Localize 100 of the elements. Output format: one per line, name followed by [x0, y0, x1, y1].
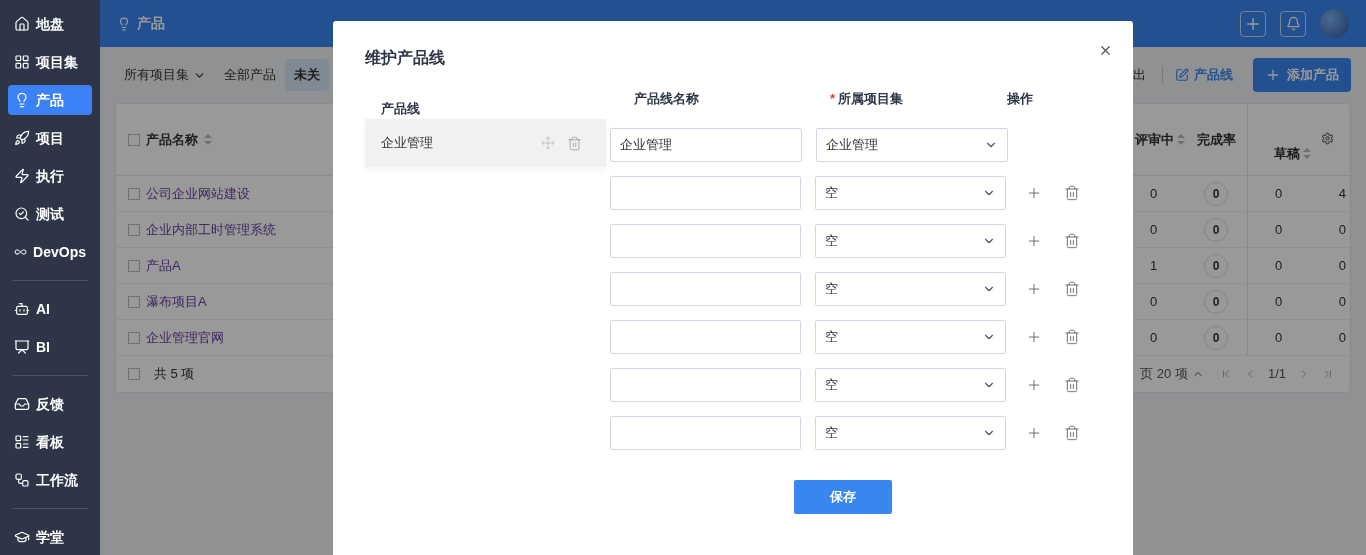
table-cell-text: 0	[1338, 292, 1346, 311]
save-button[interactable]: 保存	[793, 480, 892, 514]
project-set-select[interactable]: 空	[815, 368, 1006, 402]
delete-row-icon[interactable]	[1064, 377, 1080, 393]
product-name-link[interactable]: 公司企业网站建设	[146, 183, 250, 204]
product-name-link[interactable]: 瀑布项目A	[146, 291, 207, 312]
name-input[interactable]	[610, 320, 801, 354]
name-input[interactable]	[610, 416, 801, 450]
filter-tab[interactable]: 未关	[285, 59, 329, 91]
checkbox[interactable]	[128, 187, 140, 200]
delete-row-icon[interactable]	[1064, 185, 1080, 201]
page-size-dropdown[interactable]: 页 20 项	[1140, 364, 1204, 384]
filter-tab[interactable]: 全部产品	[215, 59, 285, 91]
edit-icon	[1175, 68, 1189, 82]
lightbulb-icon	[117, 16, 131, 31]
table-cell-text: 4	[1338, 184, 1346, 203]
notification-button[interactable]	[1280, 10, 1306, 37]
sort-icon[interactable]	[1177, 134, 1185, 145]
sidebar-item[interactable]: 测试	[8, 199, 92, 229]
table-cell-text: 0	[1275, 220, 1283, 239]
product-name-link[interactable]: 企业内部工时管理系统	[146, 219, 276, 240]
sidebar-item[interactable]: DevOps	[8, 237, 92, 267]
inbox-icon	[14, 396, 30, 412]
last-page-icon[interactable]	[1322, 368, 1334, 380]
column-header[interactable]: 草稿	[1274, 143, 1311, 163]
table-cell-text: 0	[1149, 220, 1159, 239]
sidebar-item[interactable]: 学堂	[8, 522, 92, 552]
bell-icon	[1285, 16, 1301, 31]
add-row-icon[interactable]	[1026, 377, 1042, 393]
name-input[interactable]	[610, 272, 801, 306]
product-name-link[interactable]: 产品A	[146, 255, 181, 276]
board-icon	[14, 434, 30, 450]
sidebar-item[interactable]: 执行	[8, 161, 92, 191]
add-button[interactable]	[1240, 10, 1266, 37]
grid-icon	[14, 54, 30, 70]
product-line-item[interactable]: 企业管理	[365, 119, 606, 167]
checkbox[interactable]	[128, 331, 140, 344]
home-icon	[14, 16, 30, 32]
delete-row-icon[interactable]	[1064, 329, 1080, 345]
export-button[interactable]: 出	[1129, 65, 1150, 85]
filter-dropdown[interactable]: 所有项目集	[115, 59, 215, 91]
add-row-icon[interactable]	[1026, 329, 1042, 345]
checkbox[interactable]	[128, 295, 140, 308]
name-input[interactable]	[610, 368, 801, 402]
sort-icon[interactable]	[1303, 147, 1311, 159]
settings-icon[interactable]	[1321, 132, 1334, 145]
checkbox[interactable]	[128, 133, 140, 146]
sidebar-item[interactable]: 项目集	[8, 47, 92, 77]
table-cell-text: 0	[1338, 256, 1346, 275]
sidebar-item[interactable]: 反馈	[8, 389, 92, 419]
add-row-icon[interactable]	[1026, 425, 1042, 441]
project-set-select[interactable]: 空	[815, 176, 1006, 210]
plus-icon	[1265, 67, 1281, 83]
sidebar-item[interactable]: 产品	[8, 85, 92, 115]
sidebar-item[interactable]: 地盘	[8, 9, 92, 39]
project-set-select[interactable]: 空	[815, 272, 1006, 306]
product-line-name: 企业管理	[381, 134, 433, 153]
project-set-select[interactable]: 空	[815, 224, 1006, 258]
add-row-icon[interactable]	[1026, 185, 1042, 201]
column-header-label: 所属项目集	[838, 91, 904, 106]
project-set-select[interactable]: 企业管理	[816, 128, 1008, 162]
table-cell-text: 0	[1275, 256, 1283, 275]
avatar[interactable]	[1320, 9, 1349, 38]
add-row-icon[interactable]	[1026, 281, 1042, 297]
column-header: 操作	[1007, 90, 1033, 108]
table-cell-text: 0	[1338, 220, 1346, 239]
search-icon	[14, 206, 30, 222]
product-name-link[interactable]: 企业管理官网	[146, 327, 224, 348]
sidebar-item[interactable]: 工作流	[8, 465, 92, 495]
column-header[interactable]: 产品名称	[146, 129, 198, 150]
move-icon[interactable]	[541, 136, 555, 150]
column-header[interactable]: 评审中	[1135, 129, 1185, 150]
name-input[interactable]	[610, 176, 801, 210]
delete-row-icon[interactable]	[1064, 425, 1080, 441]
table-cell-text: 0	[1275, 328, 1283, 347]
project-set-select[interactable]: 空	[815, 416, 1006, 450]
sidebar-item[interactable]: 看板	[8, 427, 92, 457]
robot-icon	[14, 301, 30, 317]
delete-icon[interactable]	[567, 135, 582, 151]
delete-row-icon[interactable]	[1064, 281, 1080, 297]
bolt-icon	[14, 168, 30, 184]
sort-icon[interactable]	[204, 134, 212, 145]
sidebar-item[interactable]: 项目	[8, 123, 92, 153]
sidebar-item[interactable]: BI	[8, 332, 92, 362]
delete-row-icon[interactable]	[1064, 233, 1080, 249]
project-set-select[interactable]: 空	[815, 320, 1006, 354]
table-cell-text: 0	[1149, 184, 1159, 203]
required-mark: *	[830, 91, 836, 106]
add-row-icon[interactable]	[1026, 233, 1042, 249]
checkbox[interactable]	[128, 223, 140, 236]
checkbox[interactable]	[128, 368, 140, 380]
rocket-icon	[14, 130, 30, 146]
checkbox[interactable]	[128, 259, 140, 272]
page-title: 产品	[137, 14, 165, 33]
column-header: 产品线名称	[633, 90, 700, 108]
table-cell-text: 1	[1149, 256, 1159, 275]
lightbulb-icon	[14, 92, 30, 108]
name-input[interactable]	[610, 224, 801, 258]
sidebar-item[interactable]: AI	[8, 294, 92, 324]
name-input[interactable]: 企业管理	[610, 128, 802, 162]
